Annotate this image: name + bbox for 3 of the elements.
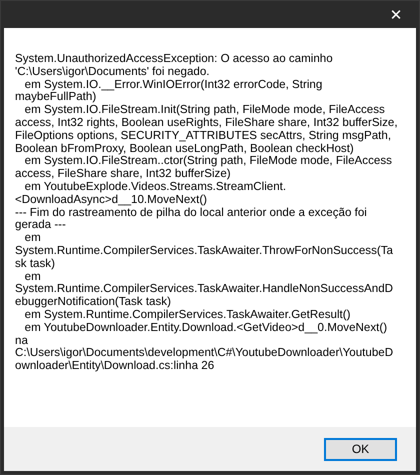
ok-button[interactable]: OK (324, 438, 397, 460)
close-button[interactable]: ✕ (376, 1, 416, 28)
error-message: System.UnauthorizedAccessException: O acesso ao caminho 'C:\Users\igor\Documents' foi negado. em System.IO.__Error.WinIOError(Int32 errorCode, String maybeFullPath) em System.IO.FileStream.Init(String path, FileMode mode, FileAccess access, Int32 rights, Boolean useRights, FileShare share, Int32 bufferSize, FileOptions options, SECURITY_ATTRIBUTES secAttrs, String msgPath, Boolean bFromProxy, Boolean useLongPath, Boolean checkHost) em System.IO.FileStream..ctor(String path, FileMode mode, FileAccess access, FileShare share, Int32 bufferSize) em YoutubeExplode.Videos.Streams.StreamClient.<DownloadAsync>d__10.MoveNext() --- Fim do rastreamento de pilha do local anterior onde a exceção foi gerada --- em System.Runtime.CompilerServices.TaskAwaiter.ThrowForNonSuccess(Task task) em System.Runtime.CompilerServices.TaskAwaiter.HandleNonSuccessAndDebuggerNotification(Task task) em System.Runtime.CompilerServices.TaskAwaiter.GetResult() em YoutubeDownloader.Entity.Download.<GetVideo>d__0.MoveNext() na C:\Users\igor\Documents\development\C#\YoutubeDownloader\YoutubeDownloader\Entity\Download.cs:linha 26 (15, 53, 398, 373)
